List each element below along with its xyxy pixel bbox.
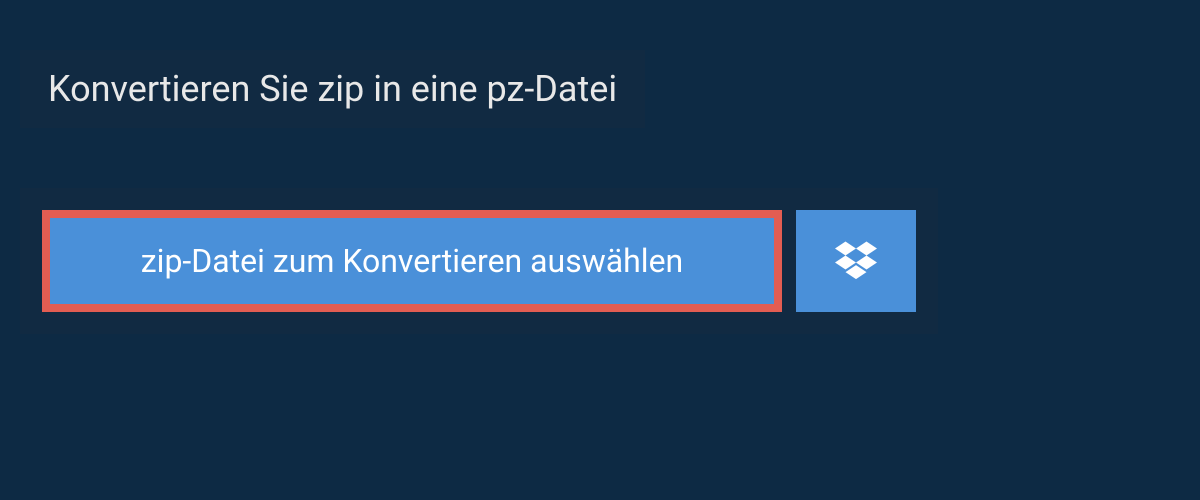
dropbox-button[interactable] [796, 210, 916, 312]
select-file-button[interactable]: zip-Datei zum Konvertieren auswählen [42, 210, 782, 312]
select-file-label: zip-Datei zum Konvertieren auswählen [141, 242, 683, 280]
page-title: Konvertieren Sie zip in eine pz-Datei [48, 68, 617, 110]
dropbox-icon [835, 238, 877, 284]
page-header: Konvertieren Sie zip in eine pz-Datei [20, 50, 645, 128]
upload-panel: zip-Datei zum Konvertieren auswählen [20, 188, 938, 334]
